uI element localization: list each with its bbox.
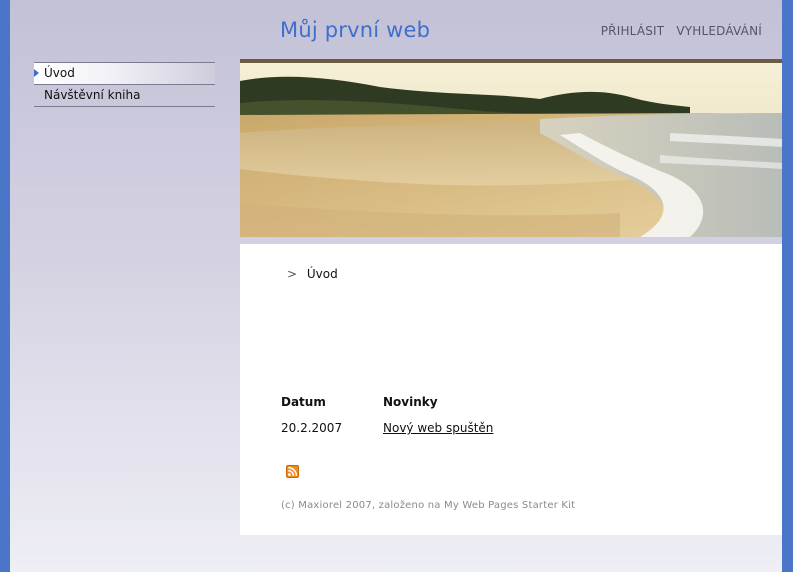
news-table: Datum Novinky 20.2.2007 Nový web spuštěn (281, 395, 493, 435)
rss-feed-icon[interactable] (286, 463, 299, 478)
breadcrumb-separator: > (287, 267, 298, 281)
top-nav: PŘIHLÁSIT VYHLEDÁVÁNÍ (601, 24, 762, 38)
news-item-link[interactable]: Nový web spuštěn (383, 421, 493, 435)
beach-photo (240, 63, 782, 237)
site-title[interactable]: Můj první web (280, 18, 430, 42)
news-column-header: Novinky (383, 395, 438, 409)
breadcrumb-current: Úvod (306, 267, 338, 281)
main-content: > Úvod Datum Novinky 20.2.2007 Nový web … (240, 244, 782, 535)
footer-copyright: (c) Maxiorel 2007, založeno na My Web Pa… (281, 500, 576, 511)
page: Můj první web PŘIHLÁSIT VYHLEDÁVÁNÍ Úvod… (10, 0, 782, 572)
arrow-right-icon (34, 69, 39, 77)
sidebar-menu: Úvod Návštěvní kniha (34, 62, 215, 107)
breadcrumb: > Úvod (287, 267, 338, 281)
search-link[interactable]: VYHLEDÁVÁNÍ (676, 24, 762, 38)
table-header-row: Datum Novinky (281, 395, 493, 421)
sidebar-item-label: Úvod (44, 66, 75, 80)
sidebar-item-uvod[interactable]: Úvod (34, 63, 215, 85)
sidebar-item-label: Návštěvní kniha (44, 88, 141, 102)
login-link[interactable]: PŘIHLÁSIT (601, 24, 665, 38)
header-banner-image (240, 59, 782, 237)
table-row: 20.2.2007 Nový web spuštěn (281, 421, 493, 435)
date-column-header: Datum (281, 395, 326, 409)
news-date: 20.2.2007 (281, 421, 343, 435)
sidebar-item-guestbook[interactable]: Návštěvní kniha (34, 85, 215, 107)
